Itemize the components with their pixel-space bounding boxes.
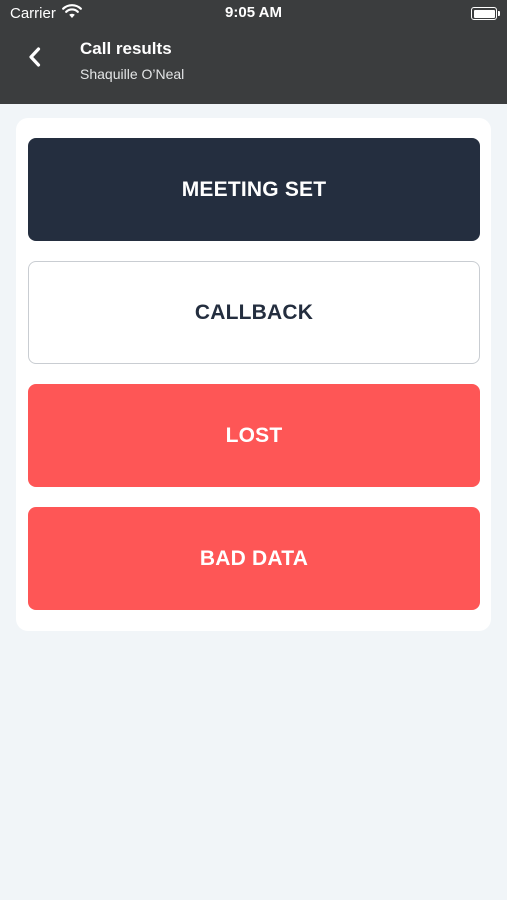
battery-fill <box>473 9 495 18</box>
lost-button[interactable]: LOST <box>28 384 480 487</box>
results-card: MEETING SET CALLBACK LOST BAD DATA <box>16 118 491 631</box>
callback-button[interactable]: CALLBACK <box>28 261 480 364</box>
status-bar: Carrier 9:05 AM <box>0 0 507 28</box>
top-bar: Carrier 9:05 AM Call results Shaquille O… <box>0 0 507 104</box>
chevron-left-icon <box>26 45 44 74</box>
bad-data-button[interactable]: BAD DATA <box>28 507 480 610</box>
meeting-set-button[interactable]: MEETING SET <box>28 138 480 241</box>
back-button[interactable] <box>18 42 52 76</box>
page-title: Call results <box>80 39 172 58</box>
navigation-header: Call results Shaquille O’Neal <box>0 28 507 104</box>
battery-cap <box>498 11 500 16</box>
status-time: 9:05 AM <box>225 4 282 21</box>
contact-name: Shaquille O’Neal <box>80 66 185 82</box>
battery-icon <box>471 7 500 20</box>
app-screen: Carrier 9:05 AM Call results Shaquille O… <box>0 0 507 900</box>
